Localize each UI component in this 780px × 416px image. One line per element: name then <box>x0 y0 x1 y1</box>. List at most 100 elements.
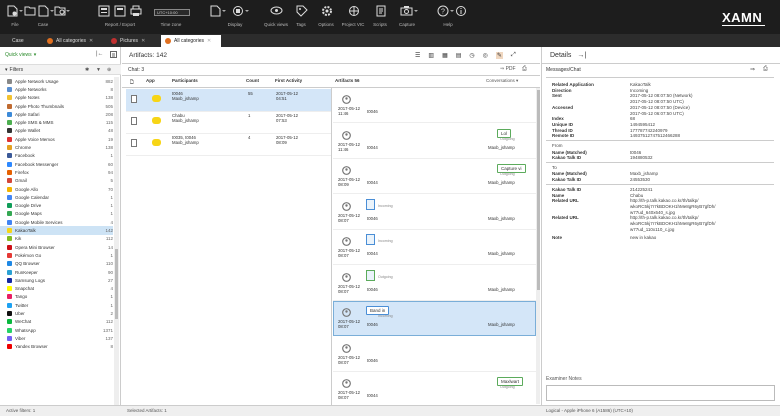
filter-item[interactable]: Google Mobile Services 4 <box>0 218 113 226</box>
chat-view-icon[interactable]: ✎ <box>495 52 503 59</box>
close-icon[interactable]: ✕ <box>141 38 145 44</box>
collapse-left-icon[interactable]: |← <box>96 51 104 57</box>
tab-case[interactable]: Case <box>8 35 38 47</box>
col-app[interactable]: App <box>146 78 155 86</box>
filter-settings-icon[interactable] <box>110 51 117 58</box>
tab-all-categories-active[interactable]: All categories ✕ <box>161 35 221 47</box>
expand-icon[interactable]: ⤢ <box>511 52 516 59</box>
attachment-thumbnail-icon[interactable] <box>366 234 375 245</box>
filter-item[interactable]: Twitter 1 <box>0 301 113 309</box>
map-view-icon[interactable]: ◎ <box>483 52 488 59</box>
detail-key: Note <box>552 235 562 241</box>
filter-item[interactable]: Facebook Messenger 60 <box>0 160 113 168</box>
pdf-export-icon[interactable]: ⇒ PDF <box>500 66 516 72</box>
filter-funnel-icon[interactable]: ▼ <box>96 67 101 73</box>
details-export-icon[interactable]: ⇒ <box>750 66 755 73</box>
filter-item[interactable]: Google Allo 70 <box>0 185 113 193</box>
conversation-message[interactable] <box>333 195 536 230</box>
filter-item[interactable]: Chrome 138 <box>0 143 113 151</box>
add-filter-icon[interactable]: ⊕ <box>107 67 111 73</box>
filter-item[interactable]: Google Calendar 1 <box>0 193 113 201</box>
tab-all-categories[interactable]: All categories ✕ <box>43 35 103 47</box>
col-participants[interactable]: Participants <box>172 78 198 86</box>
grid-view-icon[interactable]: ▦ <box>442 52 448 59</box>
case-settings-icon[interactable] <box>53 4 66 17</box>
left-scrollbar[interactable] <box>114 77 119 407</box>
tags-icon[interactable] <box>295 4 308 17</box>
timeline-view-icon[interactable]: ◷ <box>469 52 474 59</box>
tab-pictures[interactable]: Pictures ✕ <box>107 35 149 47</box>
column-view-icon[interactable]: ▥ <box>428 52 434 59</box>
filter-item[interactable]: Opera Mini Browser 14 <box>0 243 113 251</box>
conversation-message[interactable] <box>333 301 536 336</box>
options-gear-icon[interactable] <box>320 4 333 17</box>
capture-camera-icon[interactable] <box>400 4 413 17</box>
help-icon[interactable]: ? <box>436 4 449 17</box>
filter-item-name: Uber <box>15 311 25 317</box>
filter-item[interactable]: Apple Network Usage 882 <box>0 77 113 85</box>
filter-item[interactable]: Firefox 94 <box>0 168 113 176</box>
new-case-icon[interactable] <box>37 4 50 17</box>
open-folder-icon[interactable] <box>23 4 36 17</box>
filter-item[interactable]: QQ Browser 110 <box>0 260 113 268</box>
print-icon[interactable] <box>129 4 142 17</box>
col-doc-icon[interactable]: 🗋 <box>130 78 134 86</box>
conversation-scrollbar[interactable] <box>536 88 540 404</box>
quick-views-eye-icon[interactable] <box>270 4 283 17</box>
filter-item[interactable]: Apple Photo Thumbnails 505 <box>0 102 113 110</box>
col-artifacts[interactable]: Artifacts 56 <box>335 78 360 86</box>
filter-item[interactable]: Gmail 5 <box>0 177 113 185</box>
filter-item[interactable]: KakaoTalk 142 <box>0 226 113 235</box>
filter-item[interactable]: Tango 1 <box>0 293 113 301</box>
export-icon[interactable] <box>113 4 126 17</box>
list-view-icon[interactable]: ☰ <box>415 52 420 59</box>
conversations-select[interactable]: Conversations ▾ <box>486 78 518 84</box>
help-info-icon[interactable] <box>454 4 467 17</box>
col-count[interactable]: Count <box>246 78 259 86</box>
message-recipient: Maxb_jshamp <box>488 286 515 292</box>
details-print-icon[interactable]: ⎙ <box>763 66 768 73</box>
collapse-right-icon[interactable]: →| <box>577 52 586 59</box>
display-options-icon[interactable] <box>231 4 244 17</box>
print-icon[interactable]: ⎙ <box>522 66 527 73</box>
filter-item[interactable]: WhatsApp 1371 <box>0 326 113 334</box>
filter-item[interactable]: Samsung Logs 27 <box>0 276 113 284</box>
filter-item[interactable]: Google Maps 1 <box>0 210 113 218</box>
filter-item[interactable]: Apple Wallet 48 <box>0 127 113 135</box>
attachment-thumbnail-icon[interactable] <box>366 198 375 210</box>
filter-item[interactable]: Apple SMS & MMS 115 <box>0 119 113 127</box>
scripts-icon[interactable] <box>374 4 387 17</box>
filter-item[interactable]: Pokémon Go 1 <box>0 251 113 259</box>
filter-item[interactable]: Yandex Browser 8 <box>0 343 113 351</box>
close-icon[interactable]: ✕ <box>207 38 211 44</box>
examiner-notes-input[interactable] <box>546 385 775 401</box>
filter-item[interactable]: Apple Safari 208 <box>0 110 113 118</box>
display-icon[interactable] <box>209 4 222 17</box>
conversation-message[interactable] <box>333 337 536 372</box>
filter-item[interactable]: RunKeeper 90 <box>0 268 113 276</box>
pin-icon[interactable]: ✱ <box>85 67 89 73</box>
project-vic-icon[interactable] <box>347 4 360 17</box>
close-icon[interactable]: ✕ <box>89 38 93 44</box>
filter-item[interactable]: Apple Voice Memos 19 <box>0 135 113 143</box>
filter-item[interactable]: Kik 112 <box>0 235 113 243</box>
col-first-activity[interactable]: First Activity <box>275 78 302 86</box>
conversation-message[interactable] <box>333 88 536 123</box>
report-icon[interactable] <box>97 4 110 17</box>
table-view-icon[interactable]: ▤ <box>456 52 462 59</box>
filter-item[interactable]: Apple Networks 8 <box>0 85 113 93</box>
conversation-message[interactable] <box>333 230 536 265</box>
filter-item[interactable]: Facebook 1 <box>0 152 113 160</box>
contact-avatar-icon <box>342 308 351 317</box>
timezone-select[interactable]: UTC+10:00 <box>154 9 190 16</box>
filter-item[interactable]: Snapchat 4 <box>0 285 113 293</box>
filter-item[interactable]: WeChat 112 <box>0 318 113 326</box>
filters-header[interactable]: ▾ Filters ✱ ▼ ⊕ <box>0 64 121 75</box>
attachment-thumbnail-icon[interactable] <box>366 269 375 281</box>
filter-item[interactable]: Apple Notes 138 <box>0 94 113 102</box>
filter-item[interactable]: Uber 2 <box>0 309 113 317</box>
file-menu-icon[interactable] <box>6 4 19 17</box>
filter-item[interactable]: Google Drive 1 <box>0 202 113 210</box>
filter-item[interactable]: Viber 137 <box>0 334 113 342</box>
conversation-message[interactable] <box>333 266 536 301</box>
